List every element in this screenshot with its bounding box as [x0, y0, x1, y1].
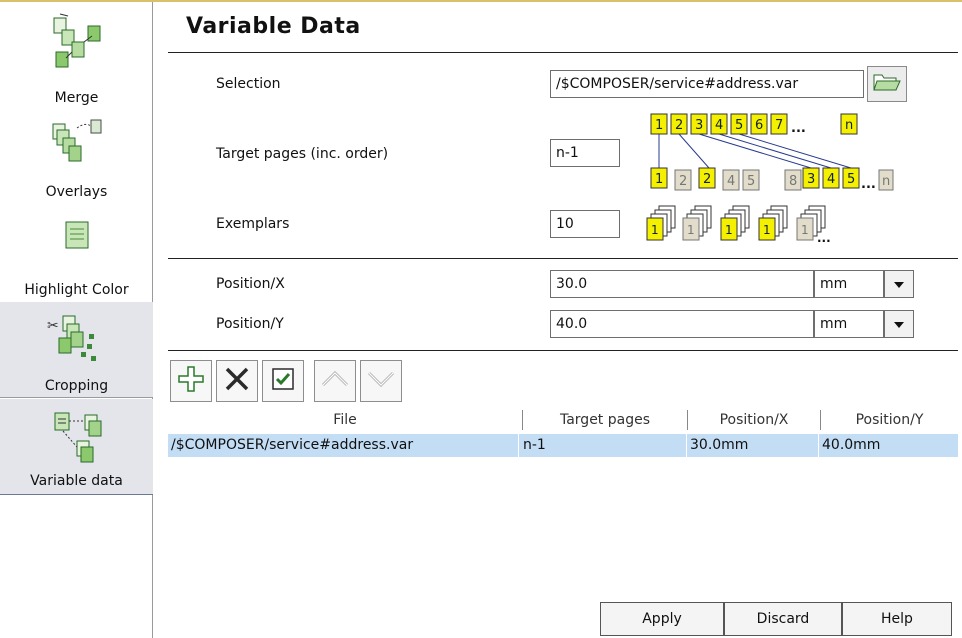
- table-cell-position-y: 40.0mm: [822, 437, 881, 453]
- svg-text:n: n: [845, 118, 853, 133]
- position-x-label: Position/X: [216, 276, 285, 292]
- variable-data-icon: [47, 409, 107, 469]
- overlays-icon: [47, 118, 107, 172]
- svg-text:2: 2: [679, 174, 687, 189]
- validate-button[interactable]: [262, 360, 304, 402]
- sidebar-item-variable-data[interactable]: Variable data: [0, 399, 153, 495]
- position-x-unit-select[interactable]: mm: [814, 270, 884, 298]
- exemplars-field[interactable]: 10: [550, 210, 620, 238]
- add-icon: [177, 365, 205, 397]
- sidebar-item-label: Cropping: [44, 378, 109, 394]
- svg-text:1: 1: [687, 223, 695, 237]
- position-y-unit-dropdown-button[interactable]: [884, 310, 914, 338]
- highlight-color-icon: [63, 220, 91, 254]
- table-row[interactable]: /$COMPOSER/service#address.var n-1 30.0m…: [168, 434, 958, 457]
- svg-text:2: 2: [703, 172, 711, 187]
- sidebar-item-overlays[interactable]: Overlays: [0, 90, 153, 200]
- position-y-unit-select[interactable]: mm: [814, 310, 884, 338]
- table-cell-file: /$COMPOSER/service#address.var: [171, 437, 414, 453]
- sidebar-item-highlight-color[interactable]: Highlight Color: [0, 198, 153, 302]
- svg-text:4: 4: [827, 172, 835, 187]
- sidebar-item-label: Highlight Color: [24, 282, 129, 298]
- exemplars-label: Exemplars: [216, 216, 290, 232]
- position-x-unit-dropdown-button[interactable]: [884, 270, 914, 298]
- svg-text:...: ...: [817, 231, 831, 245]
- move-up-button[interactable]: [314, 360, 356, 402]
- svg-text:2: 2: [675, 118, 683, 133]
- svg-text:4: 4: [715, 118, 723, 133]
- exemplars-illustration: 1 1 1 1 1 ...: [645, 204, 845, 252]
- svg-text:1: 1: [725, 223, 733, 237]
- svg-text:7: 7: [775, 118, 783, 133]
- title-divider: [168, 52, 958, 53]
- section-divider: [168, 350, 958, 351]
- table-cell-target-pages: n-1: [523, 437, 546, 453]
- selection-label: Selection: [216, 76, 281, 92]
- delete-icon: [224, 366, 250, 396]
- help-button[interactable]: Help: [842, 602, 952, 636]
- position-y-field[interactable]: 40.0: [550, 310, 814, 338]
- column-header-target-pages[interactable]: Target pages: [523, 408, 687, 432]
- column-header-position-y[interactable]: Position/Y: [821, 408, 958, 432]
- svg-text:1: 1: [763, 223, 771, 237]
- target-pages-illustration: 1 2 3 4 5 6 7 ... n 1 2 2 4 5 3 4 8 5 ..…: [645, 110, 895, 204]
- section-divider: [168, 258, 958, 259]
- svg-text:1: 1: [655, 172, 663, 187]
- svg-text:1: 1: [651, 223, 659, 237]
- target-pages-field[interactable]: n-1: [550, 139, 620, 167]
- svg-text:5: 5: [747, 174, 755, 189]
- svg-text:...: ...: [791, 121, 806, 136]
- svg-text:3: 3: [695, 118, 703, 133]
- selection-field[interactable]: /$COMPOSER/service#address.var: [550, 70, 864, 98]
- discard-button[interactable]: Discard: [724, 602, 842, 636]
- svg-text:4: 4: [727, 174, 735, 189]
- cropping-icon: ✂: [45, 312, 109, 376]
- column-header-position-x[interactable]: Position/X: [688, 408, 820, 432]
- target-pages-label: Target pages (inc. order): [216, 146, 389, 162]
- sidebar: Merge Overlays Highlight Color ✂ Croppin…: [0, 2, 153, 638]
- column-header-file[interactable]: File: [168, 408, 522, 432]
- svg-text:...: ...: [861, 177, 876, 192]
- chevron-down-icon: [894, 316, 904, 332]
- sidebar-item-merge[interactable]: Merge: [0, 2, 153, 106]
- page-title: Variable Data: [186, 14, 361, 39]
- move-down-button[interactable]: [360, 360, 402, 402]
- apply-button[interactable]: Apply: [600, 602, 724, 636]
- chevron-down-icon: [894, 276, 904, 292]
- position-y-label: Position/Y: [216, 316, 284, 332]
- svg-text:6: 6: [755, 118, 763, 133]
- move-down-icon: [367, 369, 395, 393]
- cell-separator: [518, 434, 519, 457]
- table-cell-position-x: 30.0mm: [690, 437, 749, 453]
- position-x-field[interactable]: 30.0: [550, 270, 814, 298]
- svg-text:1: 1: [801, 223, 809, 237]
- sidebar-item-cropping[interactable]: ✂ Cropping: [0, 302, 153, 398]
- svg-text:3: 3: [807, 172, 815, 187]
- move-up-icon: [321, 369, 349, 393]
- svg-text:1: 1: [655, 118, 663, 133]
- svg-text:n: n: [882, 174, 890, 189]
- merge-icon: [48, 12, 106, 74]
- svg-text:5: 5: [735, 118, 743, 133]
- svg-text:5: 5: [847, 172, 855, 187]
- add-button[interactable]: [170, 360, 212, 402]
- checkbox-icon: [271, 367, 295, 395]
- browse-button[interactable]: [867, 66, 907, 102]
- svg-text:8: 8: [789, 174, 797, 189]
- delete-button[interactable]: [216, 360, 258, 402]
- svg-text:✂: ✂: [47, 318, 59, 334]
- sidebar-item-label: Variable data: [30, 473, 123, 489]
- folder-open-icon: [872, 70, 902, 98]
